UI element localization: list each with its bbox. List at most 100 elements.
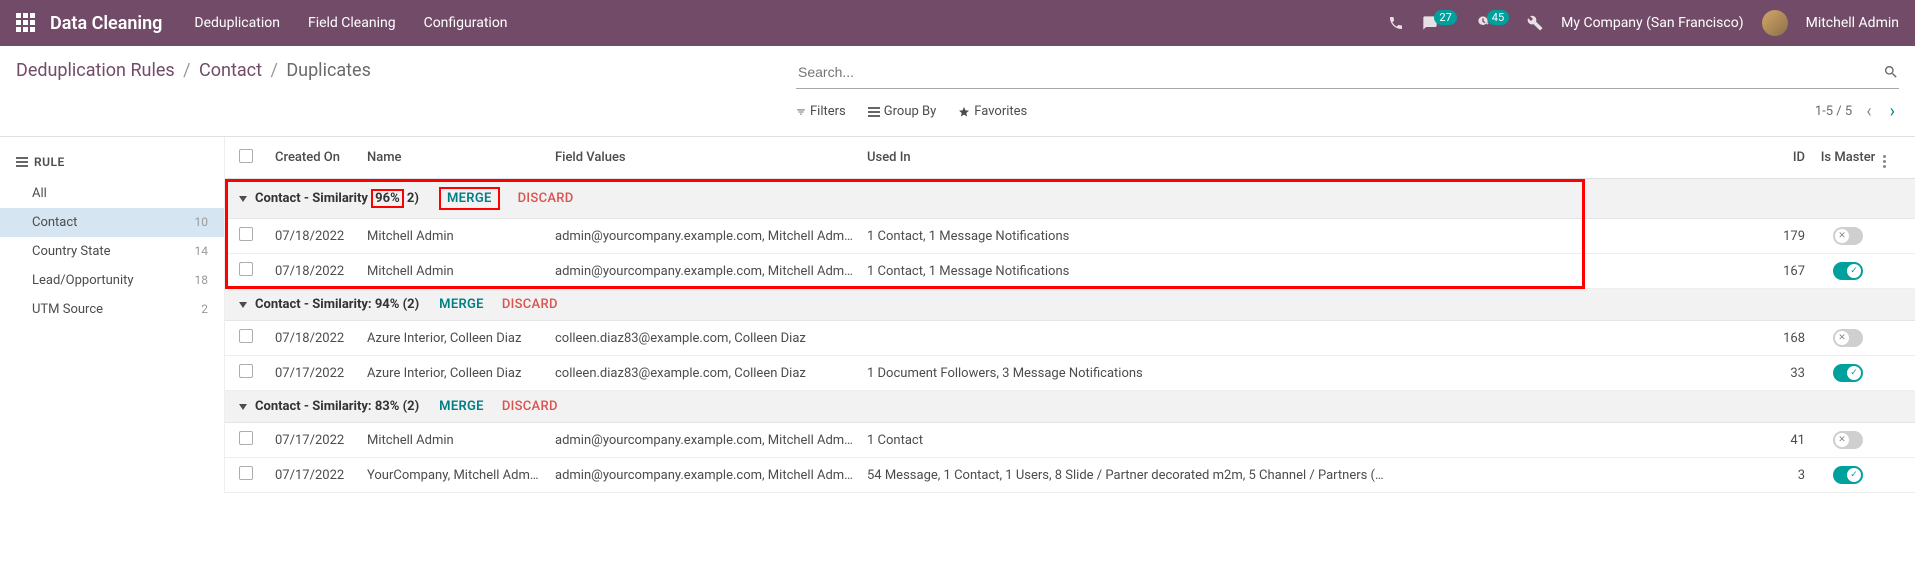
table-row[interactable]: 07/18/2022Azure Interior, Colleen Diazco…	[225, 321, 1915, 356]
sidebar-header: RULE	[0, 151, 224, 179]
controls-row: Filters Group By Favorites 1-5 / 5 ‹ ›	[796, 101, 1899, 122]
search-area: Filters Group By Favorites 1-5 / 5 ‹ ›	[796, 60, 1899, 122]
cell-id: 179	[1769, 229, 1813, 244]
hamburger-icon	[16, 157, 28, 167]
th-name[interactable]: Name	[367, 150, 555, 165]
row-checkbox[interactable]	[239, 431, 253, 445]
master-toggle[interactable]: ✕	[1833, 431, 1863, 449]
master-toggle[interactable]: ✕	[1833, 227, 1863, 245]
table-row[interactable]: 07/17/2022Mitchell Adminadmin@yourcompan…	[225, 423, 1915, 458]
cell-master: ✓	[1813, 466, 1883, 484]
cell-master: ✓	[1813, 262, 1883, 280]
row-checkbox[interactable]	[239, 262, 253, 276]
group-header[interactable]: Contact - Similarity 96% 2)MERGEDISCARD	[225, 179, 1915, 219]
cell-name: Mitchell Admin	[367, 264, 555, 279]
pager-value[interactable]: 1-5 / 5	[1815, 104, 1852, 119]
cell-name: YourCompany, Mitchell Adm…	[367, 468, 555, 483]
th-created[interactable]: Created On	[275, 150, 367, 165]
user-menu[interactable]: Mitchell Admin	[1806, 15, 1899, 31]
favorites-button[interactable]: Favorites	[958, 104, 1027, 119]
cell-name: Mitchell Admin	[367, 229, 555, 244]
messages-icon[interactable]: 27	[1422, 15, 1456, 31]
cell-field: admin@yourcompany.example.com, Mitchell …	[555, 264, 867, 279]
th-id[interactable]: ID	[1769, 150, 1813, 165]
table-row[interactable]: 07/17/2022YourCompany, Mitchell Adm…admi…	[225, 458, 1915, 493]
caret-down-icon	[239, 302, 247, 308]
table-row[interactable]: 07/17/2022Azure Interior, Colleen Diazco…	[225, 356, 1915, 391]
discard-button[interactable]: DISCARD	[502, 297, 558, 312]
cell-used: 54 Message, 1 Contact, 1 Users, 8 Slide …	[867, 468, 1769, 483]
apps-icon[interactable]	[16, 13, 36, 33]
master-toggle[interactable]: ✓	[1833, 364, 1863, 382]
table-row[interactable]: 07/18/2022Mitchell Adminadmin@yourcompan…	[225, 254, 1915, 289]
caret-down-icon	[239, 196, 247, 202]
app-brand[interactable]: Data Cleaning	[50, 13, 162, 34]
group-header[interactable]: Contact - Similarity: 83% (2) MERGE DISCAR…	[225, 391, 1915, 423]
list-icon	[868, 107, 880, 117]
group-label: Contact - Similarity: 83% (2)	[255, 399, 419, 414]
row-checkbox[interactable]	[239, 466, 253, 480]
pager: 1-5 / 5 ‹ ›	[1815, 101, 1899, 122]
merge-button[interactable]: MERGE	[439, 399, 484, 414]
groupby-button[interactable]: Group By	[868, 104, 937, 119]
filters-button[interactable]: Filters	[796, 104, 846, 119]
breadcrumb-current: Duplicates	[286, 60, 371, 81]
group-label: Contact - Similarity: 94% (2)	[255, 297, 419, 312]
sidebar-item-lead[interactable]: Lead/Opportunity18	[0, 266, 224, 295]
company-switcher[interactable]: My Company (San Francisco)	[1561, 15, 1743, 31]
master-toggle[interactable]: ✕	[1833, 329, 1863, 347]
th-used[interactable]: Used In	[867, 150, 1769, 165]
cell-used: 1 Contact	[867, 433, 1769, 448]
master-toggle[interactable]: ✓	[1833, 466, 1863, 484]
control-panel: Deduplication Rules / Contact / Duplicat…	[0, 46, 1915, 122]
discard-button[interactable]: DISCARD	[502, 399, 558, 414]
cell-created: 07/18/2022	[275, 331, 367, 346]
search-box[interactable]	[796, 60, 1899, 89]
cell-master: ✕	[1813, 431, 1883, 449]
breadcrumb-contact[interactable]: Contact	[199, 60, 262, 81]
cell-created: 07/18/2022	[275, 229, 367, 244]
caret-down-icon	[239, 404, 247, 410]
merge-button[interactable]: MERGE	[439, 187, 500, 210]
group-header[interactable]: Contact - Similarity: 94% (2) MERGE DISCAR…	[225, 289, 1915, 321]
cell-field: admin@yourcompany.example.com, Mitchell …	[555, 468, 867, 483]
sidebar-item-contact[interactable]: Contact10	[0, 208, 224, 237]
cell-master: ✕	[1813, 227, 1883, 245]
menu-field-cleaning[interactable]: Field Cleaning	[308, 15, 396, 31]
cell-field: colleen.diaz83@example.com, Colleen Diaz	[555, 366, 867, 381]
sidebar-item-all[interactable]: All	[0, 179, 224, 208]
row-checkbox[interactable]	[239, 364, 253, 378]
phone-icon[interactable]	[1388, 15, 1404, 31]
row-checkbox[interactable]	[239, 329, 253, 343]
merge-button[interactable]: MERGE	[439, 297, 484, 312]
cell-name: Azure Interior, Colleen Diaz	[367, 366, 555, 381]
row-checkbox[interactable]	[239, 227, 253, 241]
menu-configuration[interactable]: Configuration	[424, 15, 508, 31]
pager-next[interactable]: ›	[1886, 101, 1899, 122]
th-master[interactable]: Is Master	[1813, 150, 1883, 165]
columns-menu-icon[interactable]	[1883, 155, 1886, 168]
sidebar-item-country-state[interactable]: Country State14	[0, 237, 224, 266]
table-row[interactable]: 07/18/2022Mitchell Adminadmin@yourcompan…	[225, 219, 1915, 254]
similarity-pct: 96%	[371, 189, 404, 208]
sidebar-item-utm[interactable]: UTM Source2	[0, 295, 224, 324]
select-all-checkbox[interactable]	[239, 149, 253, 163]
activities-icon[interactable]: 45	[1475, 15, 1509, 31]
cell-id: 33	[1769, 366, 1813, 381]
breadcrumb-rules[interactable]: Deduplication Rules	[16, 60, 175, 81]
menu-deduplication[interactable]: Deduplication	[194, 15, 280, 31]
avatar[interactable]	[1762, 10, 1788, 36]
pager-prev[interactable]: ‹	[1862, 101, 1875, 122]
cell-id: 168	[1769, 331, 1813, 346]
cell-created: 07/17/2022	[275, 366, 367, 381]
discard-button[interactable]: DISCARD	[518, 191, 574, 206]
master-toggle[interactable]: ✓	[1833, 262, 1863, 280]
th-field[interactable]: Field Values	[555, 150, 867, 165]
cell-created: 07/17/2022	[275, 468, 367, 483]
search-input[interactable]	[796, 60, 1883, 84]
search-icon[interactable]	[1883, 64, 1899, 80]
debug-icon[interactable]	[1527, 15, 1543, 31]
cell-id: 41	[1769, 433, 1813, 448]
cell-used: 1 Contact, 1 Message Notifications	[867, 264, 1769, 279]
cell-field: admin@yourcompany.example.com, Mitchell …	[555, 229, 867, 244]
